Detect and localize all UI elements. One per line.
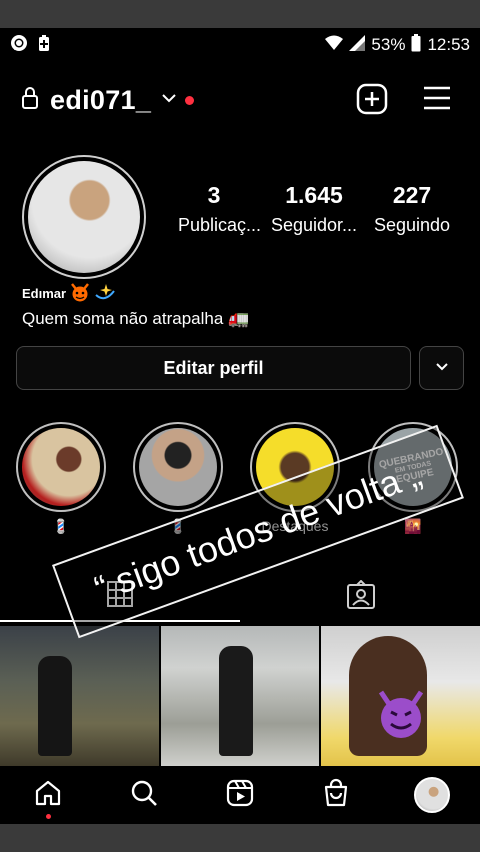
profile-avatar[interactable] — [22, 155, 146, 279]
menu-icon[interactable] — [422, 83, 452, 120]
shop-bag-icon — [321, 778, 351, 813]
signal-icon — [349, 34, 366, 56]
highlight-2[interactable] — [133, 422, 223, 512]
followers-label: Seguidor... — [270, 215, 358, 235]
home-icon — [33, 778, 63, 813]
home-notification-dot — [46, 814, 51, 819]
profile-avatar-icon — [414, 777, 450, 813]
following-count: 227 — [392, 182, 432, 208]
chevron-down-icon — [435, 359, 449, 377]
battery-percent: 53% — [371, 35, 406, 54]
edit-profile-button[interactable]: Editar perfil — [16, 346, 411, 390]
nav-profile[interactable] — [408, 771, 456, 819]
whatsapp-icon — [10, 34, 28, 57]
search-icon — [129, 778, 159, 813]
nav-search[interactable] — [120, 771, 168, 819]
highlight-1[interactable] — [16, 422, 106, 512]
posts-label: Publicaç... — [178, 215, 262, 235]
lock-icon — [20, 86, 40, 115]
post-thumbnail[interactable] — [160, 626, 320, 766]
status-bar: 53% 12:53 — [0, 28, 480, 62]
nav-home[interactable] — [24, 771, 72, 819]
bottom-navigation — [0, 766, 480, 824]
sparkle-emoji-icon — [94, 283, 116, 304]
clock: 12:53 — [427, 35, 470, 54]
followers-count: 1.645 — [285, 182, 343, 208]
highlight-1-label: 💈 — [52, 518, 70, 534]
chevron-down-icon[interactable] — [161, 91, 177, 109]
stat-following[interactable]: 227 Seguindo — [372, 182, 452, 236]
suggested-accounts-button[interactable] — [419, 346, 464, 390]
display-name-text: Edımar — [22, 286, 67, 301]
stat-followers[interactable]: 1.645 Seguidor... — [270, 182, 358, 236]
account-username[interactable]: edi071_ — [50, 85, 151, 116]
post-thumbnail[interactable] — [0, 626, 159, 766]
display-name: Edımar — [22, 282, 116, 305]
tagged-icon[interactable] — [346, 579, 376, 615]
system-top-bezel — [0, 0, 480, 28]
profile-header: edi071_ — [20, 80, 460, 120]
system-bottom-bezel — [0, 824, 480, 852]
wifi-icon — [325, 35, 344, 56]
post-thumbnail[interactable] — [321, 626, 480, 766]
create-post-icon[interactable] — [356, 83, 388, 120]
nav-shop[interactable] — [312, 771, 360, 819]
notification-dot — [185, 95, 195, 105]
devil-face-emoji-icon — [373, 686, 429, 747]
nav-reels[interactable] — [216, 771, 264, 819]
battery-saver-icon — [38, 34, 50, 56]
posts-count: 3 — [207, 182, 221, 208]
profile-bio: Quem soma não atrapalha 🚛 — [22, 309, 250, 328]
stat-posts[interactable]: 3 Publicaç... — [178, 182, 262, 236]
following-label: Seguindo — [373, 215, 451, 235]
devil-emoji-icon — [69, 282, 91, 305]
reels-icon — [225, 778, 255, 813]
posts-grid — [0, 626, 480, 766]
battery-icon — [411, 33, 421, 57]
